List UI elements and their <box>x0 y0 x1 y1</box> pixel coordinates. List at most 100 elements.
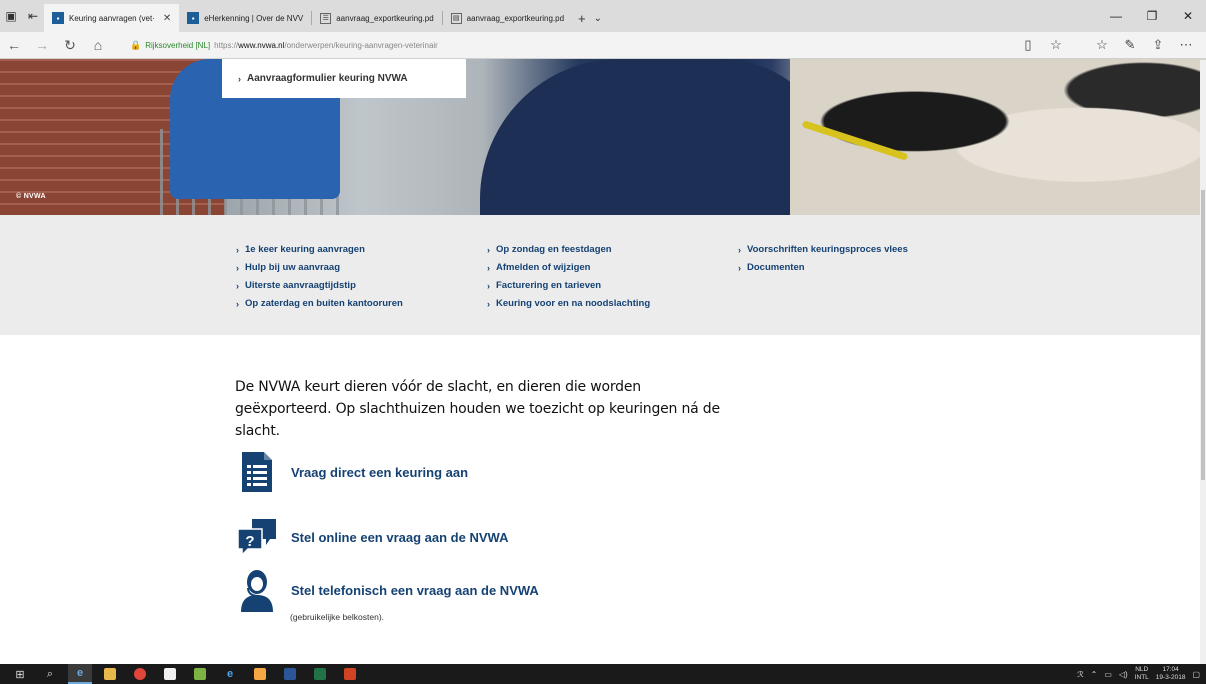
clock[interactable]: 17:04 19-3-2018 <box>1156 666 1186 682</box>
internet-explorer-icon[interactable]: e <box>218 664 242 684</box>
edge-icon[interactable]: e <box>68 664 92 684</box>
pen-note-icon[interactable]: ✎ <box>1118 37 1142 53</box>
tab-actions: + ⌄ <box>572 4 608 32</box>
tab-aanvraag-export-1[interactable]: ☰ aanvraag_exportkeuring.pd <box>312 4 441 32</box>
quick-links-col-1: › 1e keer keuring aanvragen › Hulp bij uw … <box>236 242 403 311</box>
page-scrollbar[interactable] <box>1200 60 1206 664</box>
chevron-right-icon: › <box>738 244 741 255</box>
excel-icon[interactable] <box>308 664 332 684</box>
link-label: Keuring voor en na noodslachting <box>496 298 651 309</box>
clock-date: 19-3-2018 <box>1155 674 1186 681</box>
browser-tab-strip: ▣ ⇤ ▪ Keuring aanvragen (vet· ✕ ▪ eHerke… <box>0 0 1206 32</box>
link-label: Voorschriften keuringsproces vlees <box>747 244 908 255</box>
link-zondag[interactable]: › Op zondag en feestdagen <box>487 242 650 257</box>
action-online-question[interactable]: ? Stel online een vraag aan de NVWA <box>235 515 508 559</box>
action-request-inspection[interactable]: Vraag direct een keuring aan <box>235 450 468 494</box>
chevron-right-icon: › <box>487 262 490 273</box>
forward-icon[interactable]: → <box>28 37 56 53</box>
nvwa-favicon-icon: ▪ <box>52 12 64 24</box>
form-link-label: Aanvraagformulier keuring NVWA <box>247 73 408 84</box>
system-tray: ℛ ⌃ ▭ ◁) NLD INTL 17:04 19-3-2018 ▢ <box>1077 664 1200 684</box>
powerpoint-icon[interactable] <box>338 664 362 684</box>
link-label: Documenten <box>747 262 805 273</box>
word-icon[interactable] <box>278 664 302 684</box>
language-indicator[interactable]: NLD INTL <box>1135 666 1149 682</box>
address-bar-row: ← → ↻ ⌂ 🔒 Rijksoverheid [NL] https://www… <box>0 32 1206 59</box>
link-label: Op zaterdag en buiten kantooruren <box>245 298 403 309</box>
windows-taskbar: ⊞ ⌕ e e ℛ ⌃ ▭ ◁) NLD INTL 17:04 19-3-201… <box>0 664 1206 684</box>
set-tabs-aside-icon[interactable]: ⇤ <box>22 0 44 32</box>
home-icon[interactable]: ⌂ <box>84 37 112 53</box>
url-host: www.nvwa.nl <box>238 40 285 50</box>
file-explorer-icon[interactable] <box>98 664 122 684</box>
minimize-icon[interactable]: — <box>1098 9 1134 23</box>
link-voorschriften[interactable]: › Voorschriften keuringsproces vlees <box>738 242 908 257</box>
form-link-box[interactable]: › Aanvraagformulier keuring NVWA <box>222 59 466 98</box>
chevron-right-icon: › <box>487 298 490 309</box>
back-icon[interactable]: ← <box>0 37 28 53</box>
tab-label: Keuring aanvragen (vet· <box>69 13 155 23</box>
link-afmelden[interactable]: › Afmelden of wijzigen <box>487 260 650 275</box>
photos-icon[interactable] <box>188 664 212 684</box>
close-tab-icon[interactable]: ✕ <box>163 13 171 24</box>
reading-view-icon[interactable]: ▯ <box>1016 37 1040 53</box>
link-label: Op zondag en feestdagen <box>496 244 612 255</box>
url-field[interactable]: 🔒 Rijksoverheid [NL] https://www.nvwa.nl… <box>130 40 1016 51</box>
quick-links-band: › 1e keer keuring aanvragen › Hulp bij uw … <box>0 215 1206 335</box>
link-uiterste[interactable]: › Uiterste aanvraagtijdstip <box>236 278 403 293</box>
maximize-icon[interactable]: ❐ <box>1134 9 1170 23</box>
favorites-hub-icon[interactable]: ☆ <box>1090 37 1114 53</box>
chevron-up-icon[interactable]: ⌃ <box>1091 670 1098 679</box>
link-1e-keer[interactable]: › 1e keer keuring aanvragen <box>236 242 403 257</box>
tab-preview-icon[interactable]: ▣ <box>0 0 22 32</box>
chrome-icon[interactable] <box>128 664 152 684</box>
link-facturering[interactable]: › Facturering en tarieven <box>487 278 650 293</box>
favorite-star-icon[interactable]: ☆ <box>1044 37 1068 53</box>
tab-keuring-aanvragen[interactable]: ▪ Keuring aanvragen (vet· ✕ <box>44 4 180 32</box>
tab-eherkenning[interactable]: ▪ eHerkenning | Over de NVV <box>179 4 311 32</box>
chevron-right-icon: › <box>236 280 239 291</box>
people-icon[interactable]: ℛ <box>1077 670 1083 679</box>
phone-cost-note: (gebruikelijke belkosten). <box>290 612 385 622</box>
link-documenten[interactable]: › Documenten <box>738 260 908 275</box>
action-label: Vraag direct een keuring aan <box>291 464 469 480</box>
lock-icon: 🔒 <box>130 39 142 50</box>
new-tab-icon[interactable]: + <box>578 11 586 26</box>
share-icon[interactable]: ⇪ <box>1146 37 1170 53</box>
action-label: Stel online een vraag aan de NVWA <box>291 529 509 545</box>
tab-label: aanvraag_exportkeuring.pd <box>466 13 565 23</box>
close-window-icon[interactable]: ✕ <box>1170 9 1206 23</box>
network-icon[interactable]: ▭ <box>1104 670 1112 679</box>
window-controls: — ❐ ✕ <box>1098 0 1206 32</box>
app-icon[interactable] <box>248 664 272 684</box>
link-noodslachting[interactable]: › Keuring voor en na noodslachting <box>487 296 650 311</box>
link-zaterdag[interactable]: › Op zaterdag en buiten kantooruren <box>236 296 403 311</box>
store-icon[interactable] <box>158 664 182 684</box>
action-label: Stel telefonisch een vraag aan de NVWA <box>291 582 539 598</box>
nvwa-favicon-icon: ▪ <box>187 12 200 24</box>
search-icon[interactable]: ⌕ <box>38 664 62 684</box>
start-icon[interactable]: ⊞ <box>8 664 32 684</box>
tab-label: eHerkenning | Over de NVV <box>204 13 304 23</box>
tab-aanvraag-export-2[interactable]: ▤ aanvraag_exportkeuring.pd <box>443 4 572 32</box>
scrollbar-thumb[interactable] <box>1201 190 1205 480</box>
volume-icon[interactable]: ◁) <box>1119 670 1128 679</box>
quick-links-col-3: › Voorschriften keuringsproces vlees › Doc… <box>738 242 908 275</box>
link-label: Uiterste aanvraagtijdstip <box>245 280 356 291</box>
link-hulp[interactable]: › Hulp bij uw aanvraag <box>236 260 403 275</box>
chat-question-icon: ? <box>235 515 279 559</box>
refresh-icon[interactable]: ↻ <box>56 37 84 54</box>
action-phone-question[interactable]: Stel telefonisch een vraag aan de NVWA <box>235 568 539 612</box>
link-label: Hulp bij uw aanvraag <box>245 262 341 273</box>
clock-time: 17:04 <box>1162 666 1179 673</box>
action-center-icon[interactable]: ▢ <box>1192 670 1200 679</box>
link-label: 1e keer keuring aanvragen <box>245 244 365 255</box>
chevron-right-icon: › <box>738 262 741 273</box>
chevron-right-icon: › <box>236 244 239 255</box>
more-icon[interactable]: ⋯ <box>1174 37 1198 53</box>
url-text: https://www.nvwa.nl/onderwerpen/keuring-… <box>214 41 438 50</box>
chevron-down-icon[interactable]: ⌄ <box>594 13 602 24</box>
certificate-org: Rijksoverheid [NL] <box>145 40 211 50</box>
chevron-right-icon: › <box>236 262 239 273</box>
svg-text:?: ? <box>245 533 254 550</box>
